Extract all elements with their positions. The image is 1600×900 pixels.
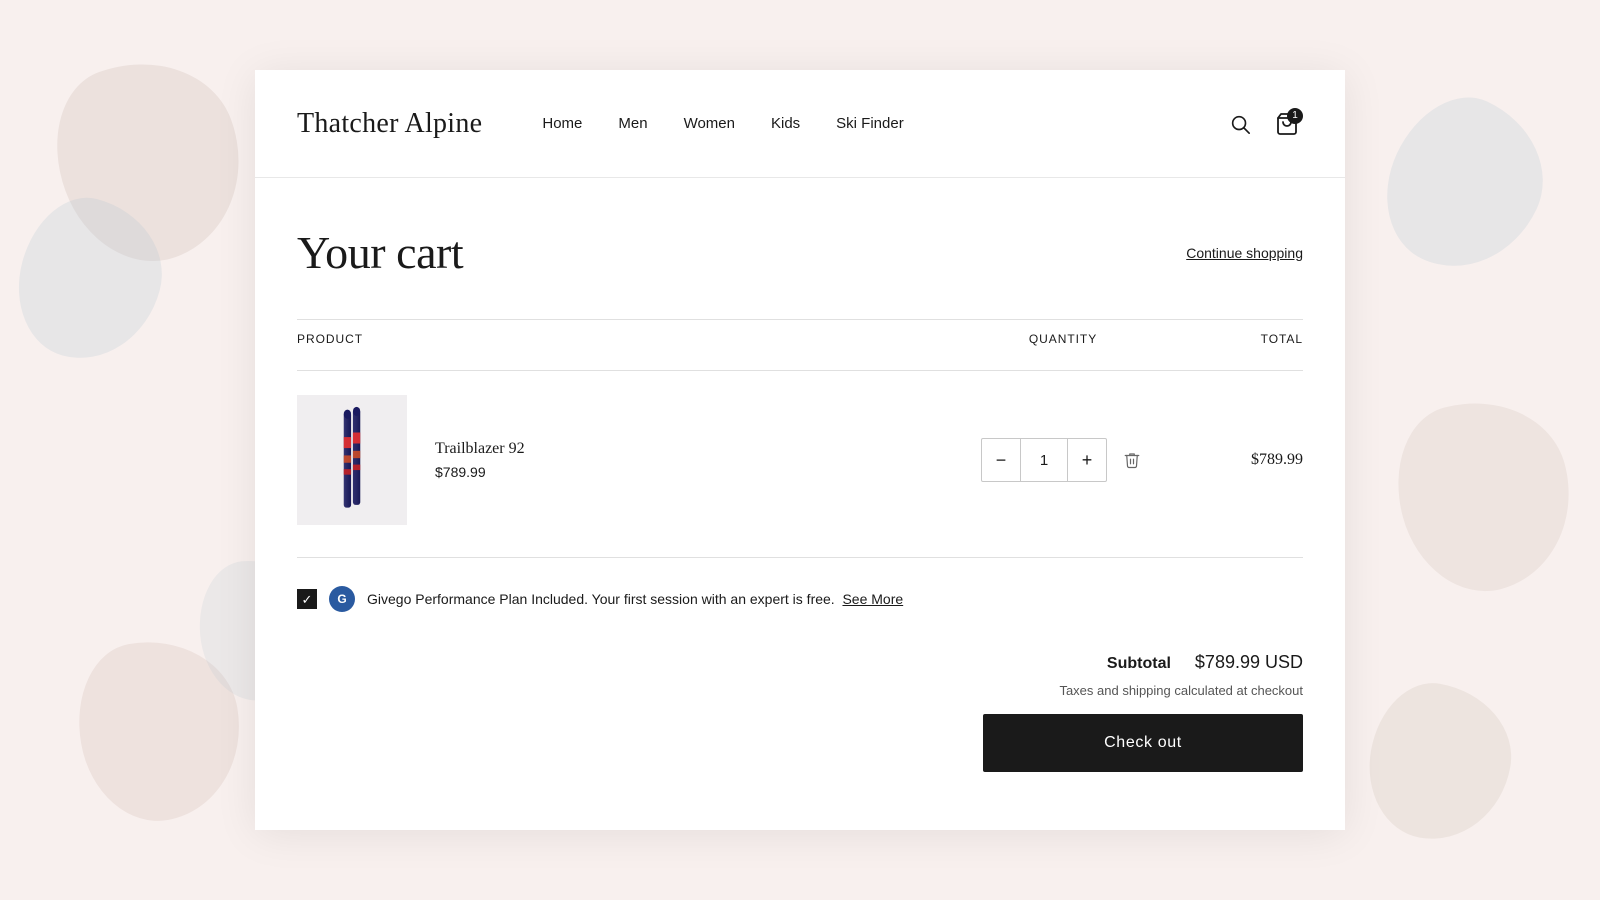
givego-checkbox[interactable]: ✓	[297, 589, 317, 609]
cart-button[interactable]: 1	[1271, 108, 1303, 140]
quantity-controls: − 1 +	[953, 438, 1173, 482]
search-icon	[1229, 113, 1251, 135]
nav-kids[interactable]: Kids	[771, 115, 800, 132]
nav-home[interactable]: Home	[542, 115, 582, 132]
nav-links: Home Men Women Kids Ski Finder	[542, 115, 1225, 132]
trash-icon	[1123, 451, 1141, 469]
continue-shopping-link[interactable]: Continue shopping	[1186, 245, 1303, 261]
search-button[interactable]	[1225, 109, 1255, 139]
checkmark-icon: ✓	[302, 593, 313, 606]
quantity-decrease-button[interactable]: −	[982, 439, 1020, 481]
item-total: $789.99	[1173, 451, 1303, 469]
main-content: Your cart Continue shopping PRODUCT QUAN…	[255, 178, 1345, 814]
divider	[297, 557, 1303, 558]
tax-note: Taxes and shipping calculated at checkou…	[1059, 683, 1303, 698]
ski-image	[332, 405, 372, 515]
subtotal-row: Subtotal $789.99 USD	[1107, 652, 1303, 673]
nav-ski-finder[interactable]: Ski Finder	[836, 115, 904, 132]
checkout-button[interactable]: Check out	[983, 714, 1303, 772]
item-name: Trailblazer 92	[435, 440, 525, 458]
nav-men[interactable]: Men	[618, 115, 647, 132]
navigation: Thatcher Alpine Home Men Women Kids Ski …	[255, 70, 1345, 178]
quantity-value: 1	[1020, 439, 1068, 481]
item-image	[297, 395, 407, 525]
item-price: $789.99	[435, 464, 525, 480]
item-product: Trailblazer 92 $789.99	[297, 395, 953, 525]
main-card: Thatcher Alpine Home Men Women Kids Ski …	[255, 70, 1345, 830]
quantity-box: − 1 +	[981, 438, 1107, 482]
givego-row: ✓ G Givego Performance Plan Included. Yo…	[297, 586, 1303, 612]
givego-see-more-link[interactable]: See More	[842, 591, 903, 607]
givego-text: Givego Performance Plan Included. Your f…	[367, 591, 903, 607]
nav-women[interactable]: Women	[684, 115, 735, 132]
checkout-section: Subtotal $789.99 USD Taxes and shipping …	[297, 652, 1303, 772]
nav-icon-group: 1	[1225, 108, 1303, 140]
page-title: Your cart	[297, 226, 463, 279]
cart-icon-wrap: 1	[1275, 112, 1299, 136]
delete-item-button[interactable]	[1119, 447, 1145, 473]
col-product-header: PRODUCT	[297, 332, 953, 346]
givego-logo: G	[329, 586, 355, 612]
item-info: Trailblazer 92 $789.99	[435, 440, 525, 480]
cart-badge: 1	[1287, 108, 1303, 124]
cart-item-row: Trailblazer 92 $789.99 − 1 +	[297, 370, 1303, 549]
col-total-header: TOTAL	[1173, 332, 1303, 346]
subtotal-label: Subtotal	[1107, 655, 1171, 673]
cart-header: Your cart Continue shopping	[297, 226, 1303, 279]
table-header: PRODUCT QUANTITY TOTAL	[297, 319, 1303, 358]
quantity-increase-button[interactable]: +	[1068, 439, 1106, 481]
brand-logo[interactable]: Thatcher Alpine	[297, 108, 482, 140]
col-quantity-header: QUANTITY	[953, 332, 1173, 346]
subtotal-value: $789.99 USD	[1195, 652, 1303, 673]
